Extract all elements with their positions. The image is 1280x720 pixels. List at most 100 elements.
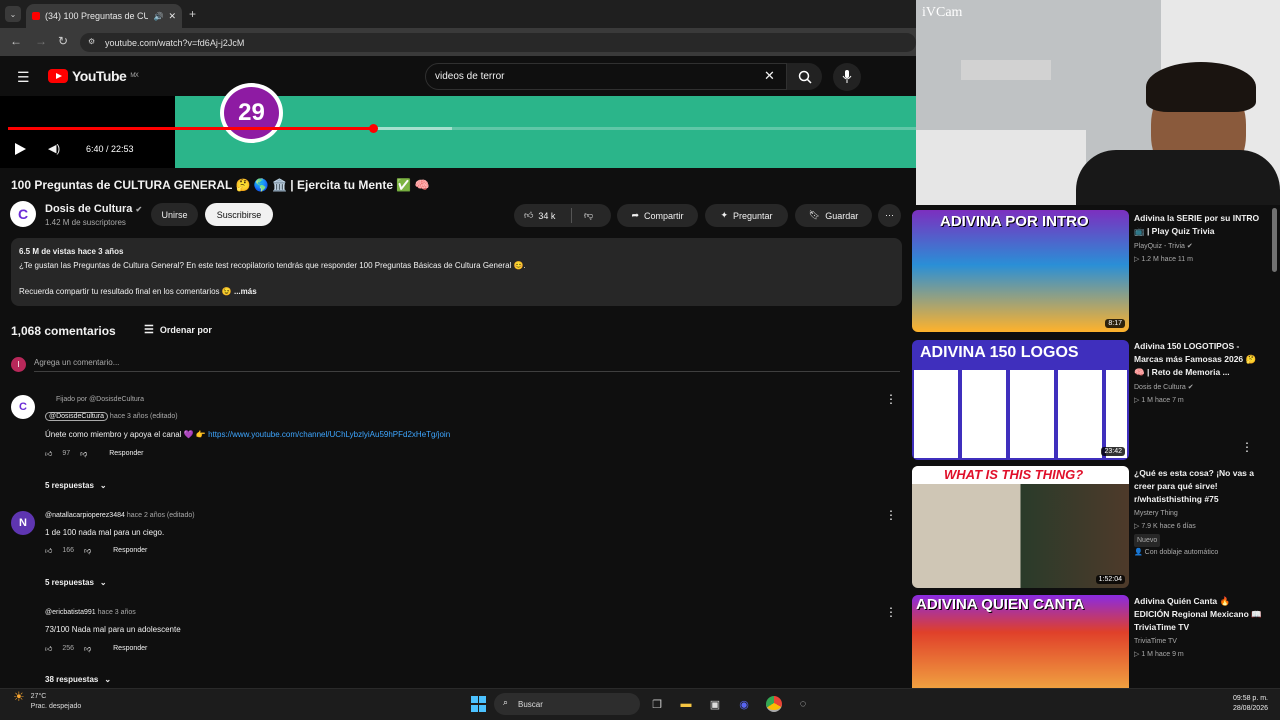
show-more-link[interactable]: ...más (234, 287, 257, 296)
replies-toggle[interactable]: 5 respuestas ⌄ (45, 481, 107, 490)
tab-title: (34) 100 Preguntas de CULT (45, 11, 149, 21)
comment-menu-icon[interactable]: ⋮ (885, 605, 897, 619)
subscribe-button[interactable]: Suscribirse (205, 203, 273, 226)
more-actions-button[interactable]: ⋯ (878, 204, 901, 227)
related-menu-icon[interactable]: ⋮ (1241, 440, 1253, 454)
video-frame[interactable] (175, 96, 916, 168)
ask-button[interactable]: ✦ Preguntar (705, 204, 788, 227)
chevron-down-icon: ⌄ (104, 675, 112, 684)
progress-played (8, 127, 374, 130)
comment-dislike-icon[interactable]: 👎︎ (84, 644, 91, 653)
add-comment-input[interactable]: Agrega un comentario... (34, 358, 900, 372)
replies-toggle[interactable]: 38 respuestas ⌄ (45, 675, 111, 684)
store-icon[interactable]: ▣ (707, 696, 723, 712)
related-thumbnail[interactable]: ADIVINA 150 LOGOS 23:42 (912, 340, 1129, 460)
windows-start-icon[interactable] (470, 696, 486, 712)
thumbnail-title-text: ADIVINA POR INTRO (940, 213, 1089, 230)
weather-widget[interactable]: ☀ 27°C Prac. despejado (13, 690, 81, 712)
related-title[interactable]: Adivina 150 LOGOTIPOS - Marcas más Famos… (1134, 340, 1262, 379)
comment-dislike-icon[interactable]: 👎︎ (84, 546, 91, 555)
save-label: Guardar (825, 210, 859, 221)
reply-button[interactable]: Responder (109, 450, 143, 457)
comment-time[interactable]: hace 3 años (98, 609, 136, 616)
speaker-icon[interactable]: 🔊 (153, 12, 163, 21)
menu-icon[interactable]: ☰ (17, 69, 30, 86)
discord-icon[interactable]: ◉ (736, 696, 752, 712)
channel-name[interactable]: Dosis de Cultura ✔ (45, 203, 142, 215)
related-channel[interactable]: Dosis de Cultura ✔ (1134, 381, 1194, 394)
save-button[interactable]: 🔖︎ Guardar (795, 204, 872, 227)
sort-label: Ordenar por (159, 324, 212, 335)
related-thumbnail[interactable]: ADIVINA QUIEN CANTA (912, 595, 1129, 688)
comment-count: 1,068 comentarios (11, 324, 116, 338)
thumbnail-title-text: ADIVINA 150 LOGOS (920, 344, 1079, 361)
scrubber-handle[interactable] (369, 124, 378, 133)
reply-button[interactable]: Responder (113, 547, 147, 554)
comment-text-body: Únete como miembro y apoya el canal 💜 👉 (45, 430, 209, 439)
clear-search-icon[interactable]: ✕ (764, 68, 775, 84)
dislike-button[interactable]: 👎︎ (584, 210, 593, 221)
comment-link[interactable]: https://www.youtube.com/channel/UChLybzl… (208, 430, 450, 439)
description-line-1: ¿Te gustan las Preguntas de Cultura Gene… (19, 260, 526, 270)
channel-avatar[interactable]: C (10, 201, 36, 227)
youtube-logo[interactable]: YouTube MX (48, 68, 139, 84)
comment-menu-icon[interactable]: ⋮ (885, 392, 897, 406)
forward-icon[interactable]: → (35, 34, 47, 48)
webcam-wall-poster (961, 60, 1051, 80)
reload-icon[interactable]: ↻ (58, 34, 68, 48)
related-title[interactable]: ¿Qué es esta cosa? ¡No vas a creer para … (1134, 467, 1262, 506)
site-info-icon[interactable]: ⚙ (88, 37, 95, 46)
address-bar[interactable]: youtube.com/watch?v=fd6Aj-j2JcM (80, 33, 916, 52)
related-channel[interactable]: TriviaTime TV (1134, 635, 1177, 648)
sort-button[interactable]: ☰ Ordenar por (144, 323, 212, 336)
share-button[interactable]: ➦ Compartir (617, 204, 698, 227)
voice-search-button[interactable] (833, 63, 861, 91)
comment-avatar[interactable]: N (11, 511, 35, 535)
like-count: 34 k (538, 210, 556, 221)
like-divider (571, 208, 572, 223)
comment-like-icon[interactable]: 👍︎ (45, 449, 52, 458)
like-button[interactable]: 👍︎ 34 k (524, 210, 555, 221)
comment-like-icon[interactable]: 👍︎ (45, 644, 52, 653)
comment-menu-icon[interactable]: ⋮ (885, 508, 897, 522)
volume-icon[interactable]: ◀) (48, 142, 60, 155)
search-button[interactable] (787, 63, 822, 90)
scrollbar[interactable] (1272, 208, 1277, 272)
browser-tab[interactable]: (34) 100 Preguntas de CULT 🔊 ✕ (26, 4, 182, 28)
play-icon[interactable] (15, 143, 26, 155)
chrome-icon[interactable] (766, 696, 782, 712)
task-view-icon[interactable]: ❐ (649, 696, 665, 712)
related-channel[interactable]: PlayQuiz - Trivia ✔ (1134, 240, 1193, 253)
new-tab-button[interactable]: + (189, 7, 196, 21)
comment-time[interactable]: hace 2 años (editado) (127, 512, 195, 519)
reply-button[interactable]: Responder (113, 645, 147, 652)
video-duration: 23:42 (1101, 447, 1125, 456)
close-tab-icon[interactable]: ✕ (168, 11, 176, 22)
comment-author[interactable]: @DosisdeCultura (45, 412, 108, 421)
logo-grid (914, 370, 1127, 458)
comment-author[interactable]: @ericbatista991 (45, 609, 96, 616)
share-label: Compartir (644, 210, 684, 221)
related-channel[interactable]: Mystery Thing (1134, 507, 1178, 520)
join-button[interactable]: Unirse (151, 203, 198, 226)
file-explorer-icon[interactable]: ▬ (678, 696, 694, 712)
related-title[interactable]: Adivina la SERIE por su INTRO 📺 | Play Q… (1134, 212, 1262, 238)
related-thumbnail[interactable]: ADIVINA POR INTRO 8:17 (912, 210, 1129, 332)
related-title[interactable]: Adivina Quién Canta 🔥 EDICIÓN Regional M… (1134, 595, 1262, 634)
comment-dislike-icon[interactable]: 👎︎ (80, 449, 87, 458)
tab-search-button[interactable]: ⌄ (5, 6, 21, 22)
weather-temp: 27°C (30, 693, 47, 700)
replies-toggle[interactable]: 5 respuestas ⌄ (45, 578, 107, 587)
app-icon[interactable]: ◌ (795, 696, 811, 712)
comment-avatar[interactable]: C (11, 395, 35, 419)
comment-author[interactable]: @natallacarpioperez3484 (45, 512, 125, 519)
related-thumbnail[interactable]: WHAT IS THIS THING? 1:52:04 (912, 466, 1129, 588)
system-clock[interactable]: 09:58 p. m. 28/08/2026 (1214, 694, 1268, 714)
back-icon[interactable]: ← (10, 34, 22, 48)
comment-time[interactable]: hace 3 años (editado) (110, 413, 178, 420)
search-input[interactable]: videos de terror (425, 63, 787, 90)
url-text: youtube.com/watch?v=fd6Aj-j2JcM (105, 37, 245, 48)
taskbar-search[interactable]: Buscar (494, 693, 640, 715)
comment-like-icon[interactable]: 👍︎ (45, 546, 52, 555)
description-box[interactable]: 6.5 M de vistas hace 3 años ¿Te gustan l… (11, 238, 902, 306)
